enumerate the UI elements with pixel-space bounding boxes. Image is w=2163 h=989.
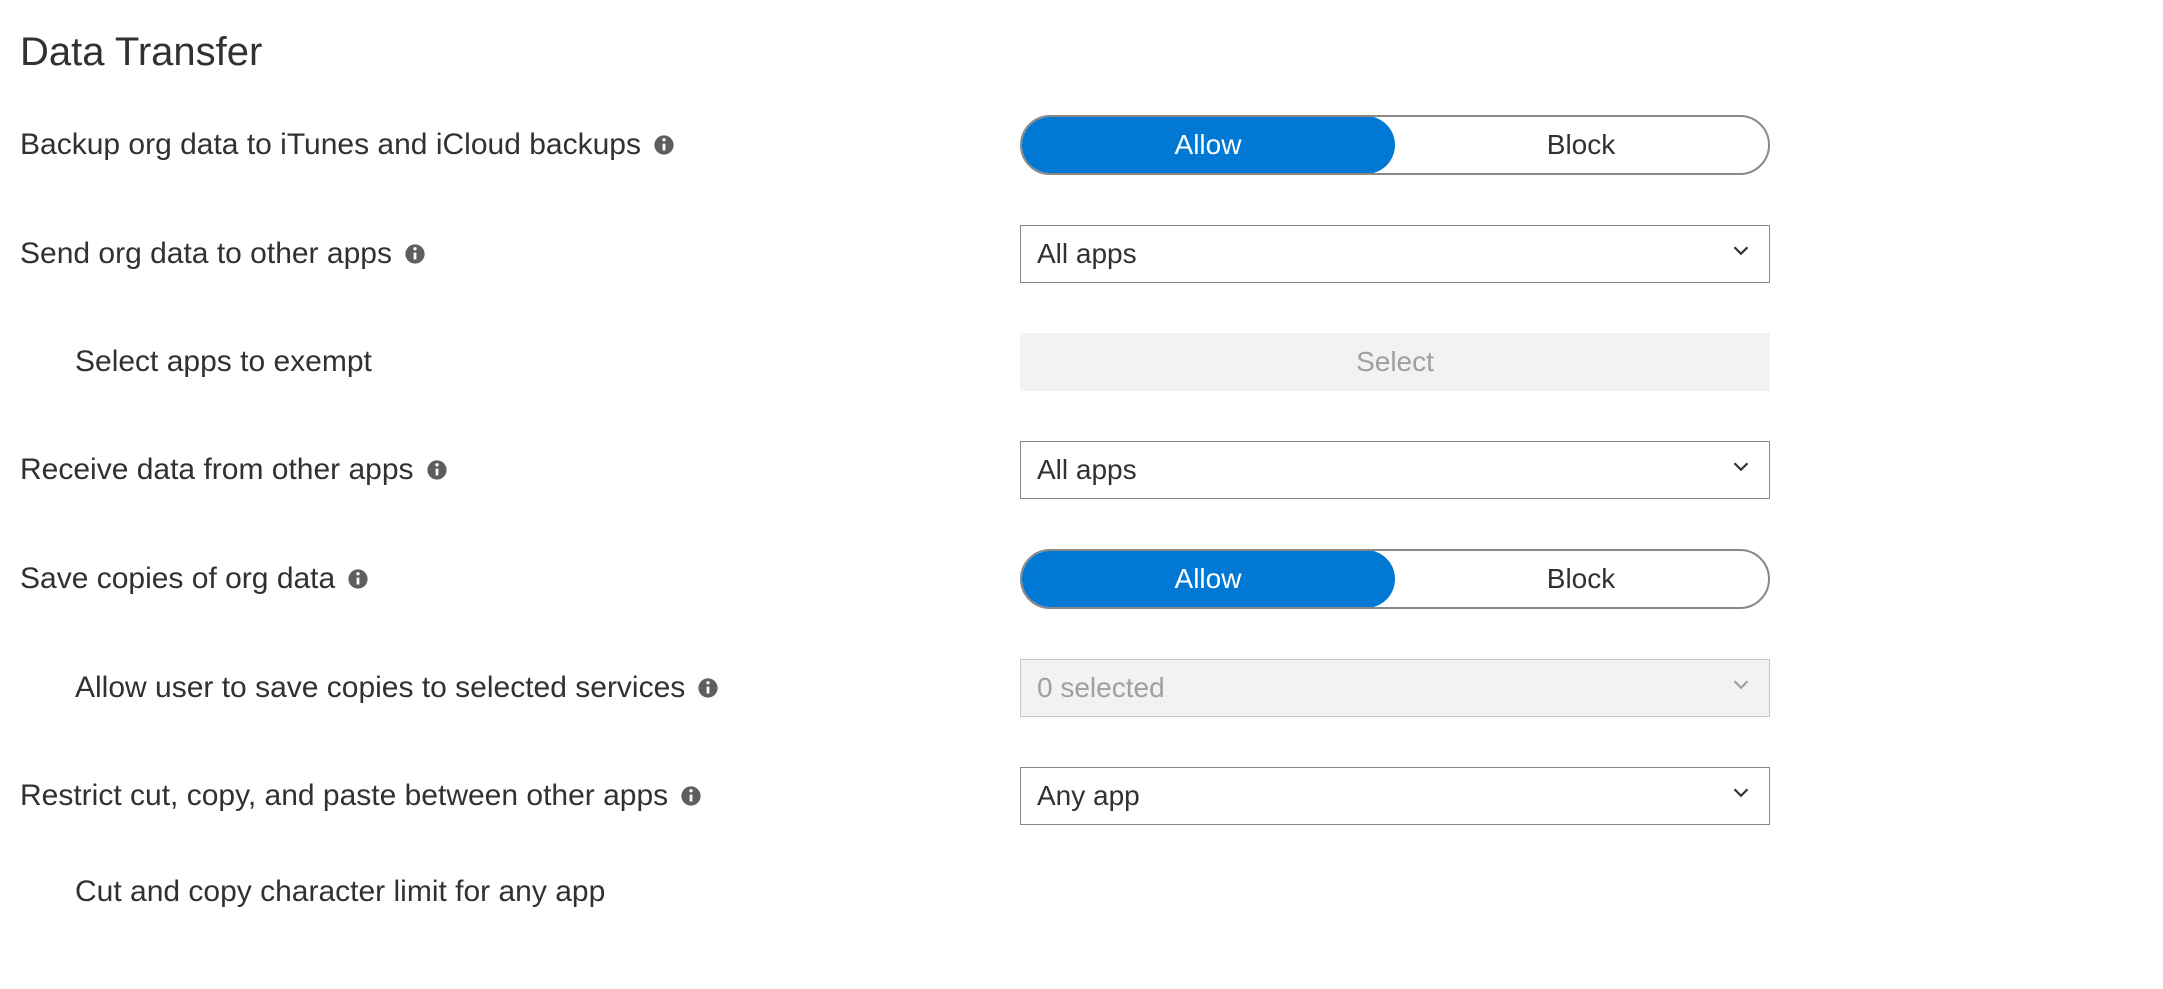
- select-exempt-button: Select: [1020, 333, 1770, 391]
- section-heading: Data Transfer: [20, 30, 2120, 75]
- label-text: Backup org data to iTunes and iCloud bac…: [20, 128, 641, 162]
- label-send: Send org data to other apps: [20, 237, 1020, 271]
- toggle-backup[interactable]: Allow Block: [1020, 115, 1770, 175]
- label-text: Restrict cut, copy, and paste between ot…: [20, 779, 668, 813]
- data-transfer-section: Data Transfer Backup org data to iTunes …: [20, 30, 2120, 909]
- label-text: Send org data to other apps: [20, 237, 392, 271]
- select-send-org-data[interactable]: All apps: [1020, 225, 1770, 283]
- row-exempt: Select apps to exempt Select: [20, 333, 2120, 391]
- row-receive: Receive data from other apps All apps: [20, 441, 2120, 499]
- row-save-services: Allow user to save copies to selected se…: [20, 659, 2120, 717]
- info-icon[interactable]: [680, 785, 702, 807]
- row-save-copies: Save copies of org data Allow Block: [20, 549, 2120, 609]
- label-text: Allow user to save copies to selected se…: [75, 671, 685, 705]
- info-icon[interactable]: [653, 134, 675, 156]
- toggle-backup-block[interactable]: Block: [1394, 117, 1768, 173]
- label-char-limit: Cut and copy character limit for any app: [20, 875, 1020, 909]
- toggle-backup-allow[interactable]: Allow: [1021, 116, 1395, 174]
- info-icon[interactable]: [347, 568, 369, 590]
- row-backup: Backup org data to iTunes and iCloud bac…: [20, 115, 2120, 175]
- label-text: Select apps to exempt: [75, 345, 372, 379]
- label-text: Save copies of org data: [20, 562, 335, 596]
- toggle-save-allow[interactable]: Allow: [1021, 550, 1395, 608]
- toggle-save-copies[interactable]: Allow Block: [1020, 549, 1770, 609]
- info-icon[interactable]: [426, 459, 448, 481]
- label-receive: Receive data from other apps: [20, 453, 1020, 487]
- label-text: Cut and copy character limit for any app: [75, 875, 605, 909]
- select-save-services: 0 selected: [1020, 659, 1770, 717]
- label-text: Receive data from other apps: [20, 453, 414, 487]
- row-restrict-cut-copy: Restrict cut, copy, and paste between ot…: [20, 767, 2120, 825]
- toggle-save-block[interactable]: Block: [1394, 551, 1768, 607]
- label-restrict-cut-copy: Restrict cut, copy, and paste between ot…: [20, 779, 1020, 813]
- label-save-copies: Save copies of org data: [20, 562, 1020, 596]
- row-send: Send org data to other apps All apps: [20, 225, 2120, 283]
- label-exempt: Select apps to exempt: [20, 345, 1020, 379]
- row-char-limit: Cut and copy character limit for any app: [20, 875, 2120, 909]
- info-icon[interactable]: [404, 243, 426, 265]
- label-backup: Backup org data to iTunes and iCloud bac…: [20, 128, 1020, 162]
- label-save-services: Allow user to save copies to selected se…: [20, 671, 1020, 705]
- select-receive-data[interactable]: All apps: [1020, 441, 1770, 499]
- info-icon[interactable]: [697, 677, 719, 699]
- select-restrict-cut-copy[interactable]: Any app: [1020, 767, 1770, 825]
